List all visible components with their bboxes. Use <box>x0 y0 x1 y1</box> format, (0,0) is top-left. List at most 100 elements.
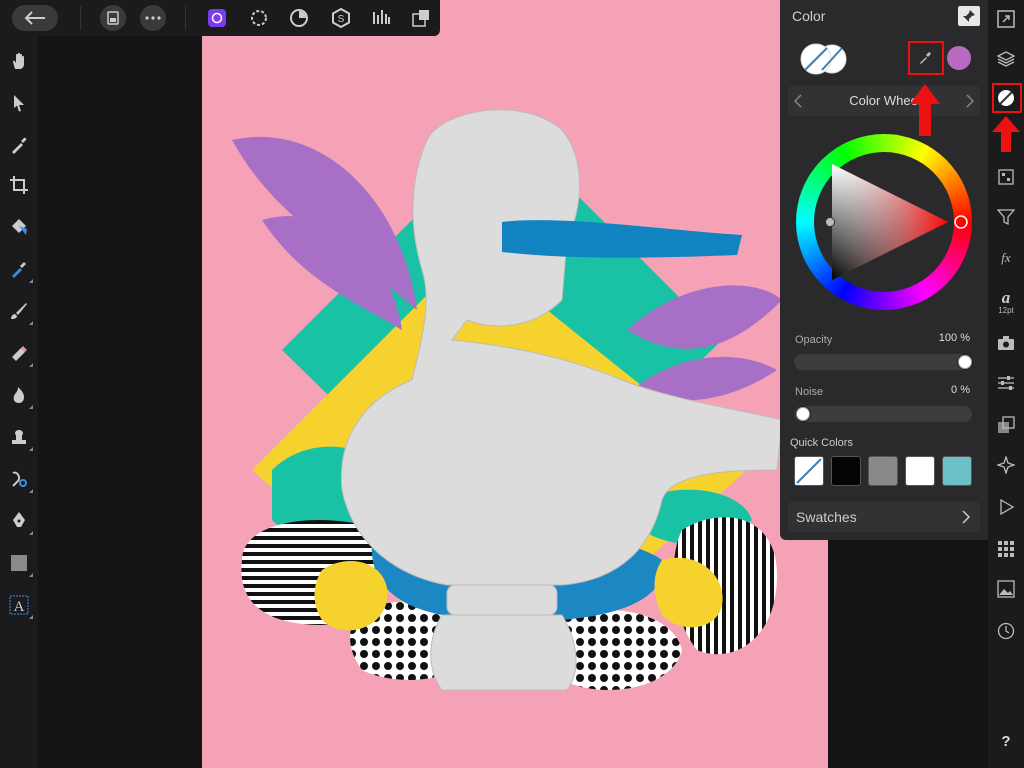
color-wheel[interactable] <box>796 134 972 310</box>
eyedropper-icon <box>12 137 27 154</box>
macro-studio-button[interactable] <box>993 494 1019 520</box>
noise-value[interactable]: 0 % <box>910 384 970 396</box>
transform-studio-button[interactable] <box>993 412 1019 438</box>
navigator-icon <box>997 10 1015 28</box>
healing-tool[interactable] <box>4 464 34 494</box>
image-icon <box>997 580 1015 598</box>
character-a-icon: a <box>1002 288 1011 306</box>
selected-color-swatch[interactable] <box>947 46 971 70</box>
develop-persona-button[interactable] <box>286 5 312 31</box>
sliders-icon <box>998 376 1014 390</box>
saturation-triangle[interactable] <box>796 134 972 310</box>
liquify-persona-button[interactable] <box>246 5 272 31</box>
paint-brush-tool[interactable] <box>4 296 34 326</box>
document-button[interactable] <box>100 5 126 31</box>
export-persona-button[interactable] <box>408 5 434 31</box>
text-tool[interactable]: A <box>4 590 34 620</box>
fill-stroke-selector[interactable] <box>796 42 852 76</box>
character-studio-button[interactable]: a 12pt <box>993 284 1019 318</box>
quick-color-swatch[interactable] <box>831 456 861 486</box>
grid-icon <box>998 541 1014 557</box>
snapping-studio-button[interactable] <box>993 452 1019 478</box>
crop-icon <box>10 176 28 194</box>
red-arrow-up-eyedropper <box>910 84 940 136</box>
swatches-studio-button[interactable] <box>993 164 1019 190</box>
svg-text:fx: fx <box>1001 250 1011 265</box>
noise-label: Noise <box>795 386 824 398</box>
layers-studio-button[interactable] <box>993 46 1019 72</box>
quick-color-swatch[interactable] <box>794 456 824 486</box>
artistic-text-icon: A <box>9 595 29 615</box>
paint-bucket-icon <box>12 219 27 235</box>
histogram-icon <box>373 10 390 24</box>
move-tool[interactable] <box>4 88 34 118</box>
navigator-studio-button[interactable] <box>993 6 1019 32</box>
red-arrow-up-color-studio <box>992 116 1020 152</box>
artboard-canvas[interactable] <box>202 0 828 768</box>
compass-star-icon <box>997 456 1015 474</box>
chevron-right-icon[interactable] <box>966 94 974 108</box>
pin-icon <box>963 10 975 22</box>
crop-tool[interactable] <box>4 170 34 200</box>
noise-slider-knob[interactable] <box>795 406 811 422</box>
tools-toolbar: A <box>0 36 38 768</box>
chevron-left-icon[interactable] <box>794 94 802 108</box>
pen-tool[interactable] <box>4 506 34 536</box>
tone-mapping-persona-icon: S <box>332 8 350 28</box>
layers-icon <box>997 51 1015 67</box>
fill-stroke-icon <box>800 43 847 75</box>
histogram-button[interactable] <box>368 5 394 31</box>
selection-brush-tool[interactable] <box>4 254 34 284</box>
pin-panel-button[interactable] <box>958 6 980 26</box>
dodge-burn-tool[interactable] <box>4 380 34 410</box>
quick-color-swatch[interactable] <box>942 456 972 486</box>
erase-brush-tool[interactable] <box>4 338 34 368</box>
library-studio-button[interactable] <box>993 536 1019 562</box>
opacity-slider-knob[interactable] <box>957 354 973 370</box>
color-panel: Color Color Wheel Opacity 100 % Noise 0 … <box>780 0 988 540</box>
color-picker-tool[interactable] <box>4 130 34 160</box>
clone-tool[interactable] <box>4 422 34 452</box>
rectangle-shape-icon <box>11 555 27 571</box>
filter-funnel-icon <box>997 209 1015 226</box>
studio-bar: fx a 12pt ? <box>988 0 1024 768</box>
chevron-right-icon <box>962 510 970 524</box>
brush-icon <box>11 303 27 319</box>
pen-nib-icon <box>13 512 25 527</box>
adjustment-sliders-studio-button[interactable] <box>993 370 1019 396</box>
hand-icon <box>12 52 24 69</box>
noise-slider[interactable] <box>794 406 972 422</box>
stock-studio-button[interactable] <box>993 576 1019 602</box>
photo-persona-button[interactable] <box>204 5 230 31</box>
view-tool[interactable] <box>4 46 34 76</box>
more-button[interactable] <box>140 5 166 31</box>
arrow-left-icon <box>24 11 45 25</box>
swatches-icon <box>998 169 1014 185</box>
tone-mapping-persona-button[interactable]: S <box>328 5 354 31</box>
flood-fill-tool[interactable] <box>4 212 34 242</box>
opacity-slider[interactable] <box>794 354 973 370</box>
opacity-value[interactable]: 100 % <box>910 332 970 344</box>
stamp-icon <box>12 430 26 444</box>
develop-persona-icon <box>290 9 308 27</box>
healing-icon <box>12 471 27 487</box>
photo-persona-icon <box>208 9 226 27</box>
effects-studio-button[interactable]: fx <box>993 244 1019 270</box>
quick-color-swatch[interactable] <box>868 456 898 486</box>
help-button[interactable]: ? <box>993 728 1019 754</box>
back-button[interactable] <box>12 5 58 31</box>
swatches-row[interactable]: Swatches <box>788 502 980 532</box>
pointer-arrow-icon <box>14 95 24 112</box>
panel-title: Color <box>792 8 826 24</box>
quick-color-swatch[interactable] <box>905 456 935 486</box>
shape-tool[interactable] <box>4 548 34 578</box>
collage-artwork <box>232 109 783 691</box>
camera-studio-button[interactable] <box>993 330 1019 356</box>
opacity-label: Opacity <box>795 334 833 346</box>
history-studio-button[interactable] <box>993 618 1019 644</box>
adjustments-studio-button[interactable] <box>993 204 1019 230</box>
camera-icon <box>998 336 1014 350</box>
eraser-icon <box>12 346 27 361</box>
highlight-box-eyedropper <box>908 41 944 75</box>
color-mode-selector[interactable]: Color Wheel <box>788 86 980 116</box>
